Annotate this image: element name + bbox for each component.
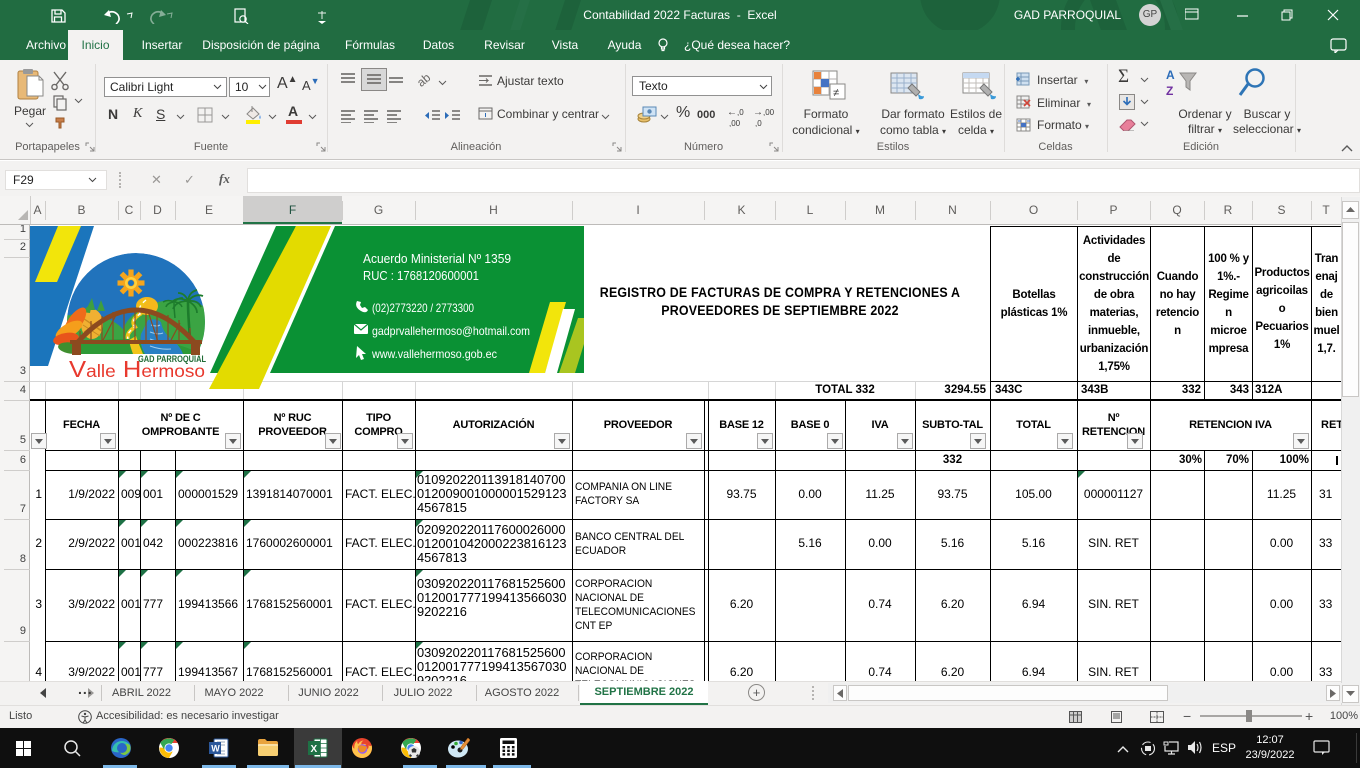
- svg-text:GAD PARROQUIAL: GAD PARROQUIAL: [138, 354, 206, 364]
- svg-text:W: W: [211, 744, 220, 754]
- svg-text:gadprvallehermoso@hotmail.com: gadprvallehermoso@hotmail.com: [372, 324, 530, 338]
- svg-text:≠: ≠: [833, 87, 839, 99]
- svg-text:(02)2773220 / 2773300: (02)2773220 / 2773300: [372, 301, 474, 315]
- svg-text:Acuerdo Ministerial Nº 1359: Acuerdo Ministerial Nº 1359: [363, 251, 511, 266]
- svg-text:RUC : 1768120600001: RUC : 1768120600001: [363, 268, 479, 283]
- svg-text:www.vallehermoso.gob.ec: www.vallehermoso.gob.ec: [371, 347, 497, 361]
- svg-text:X: X: [311, 744, 318, 755]
